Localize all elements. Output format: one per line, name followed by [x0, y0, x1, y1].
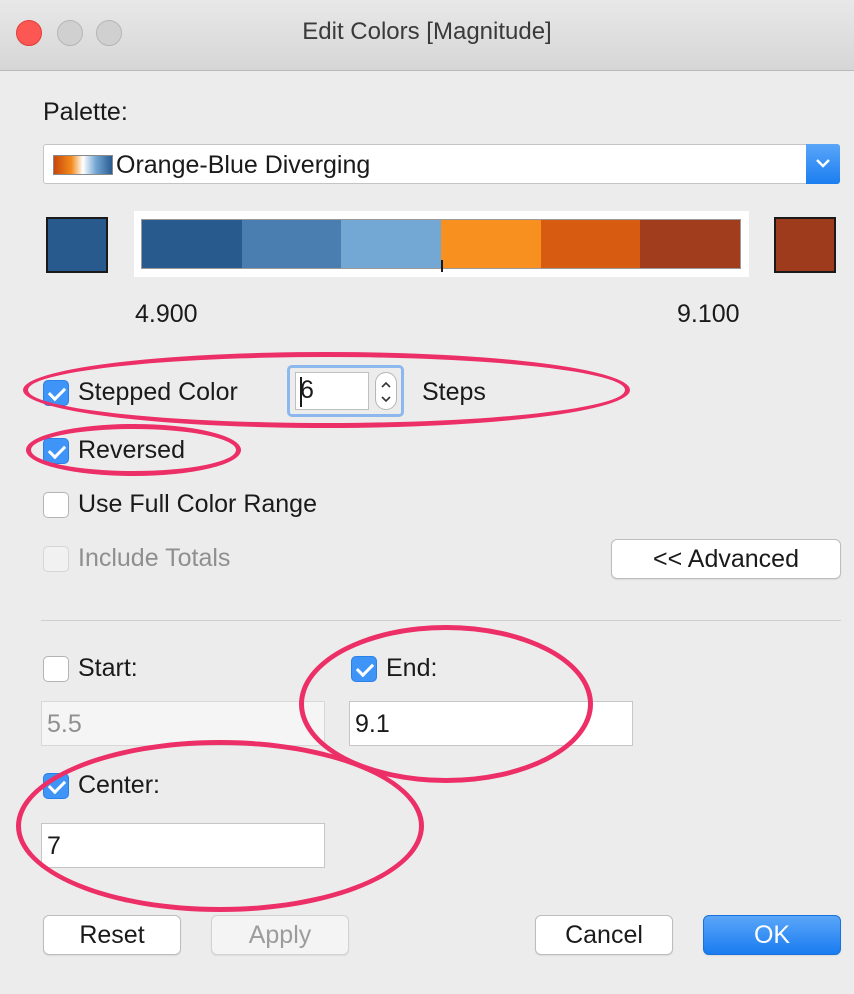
start-color-swatch[interactable]: [46, 217, 108, 273]
ramp-segment-3: [341, 220, 442, 268]
palette-label: Palette:: [43, 98, 128, 126]
ramp-min-label: 4.900: [135, 300, 198, 328]
reversed-checkbox[interactable]: [43, 438, 69, 464]
ramp-max-label: 9.100: [677, 300, 740, 328]
ramp-segment-4: [441, 220, 541, 268]
ramp-segment-6: [640, 220, 741, 268]
center-tick: [441, 260, 443, 272]
reset-button[interactable]: Reset: [43, 915, 181, 955]
ramp-segment-2: [241, 220, 342, 268]
chevron-up-icon[interactable]: [380, 379, 392, 391]
center-value-field[interactable]: 7: [41, 823, 325, 868]
steps-stepper[interactable]: [375, 372, 397, 410]
end-label: End:: [386, 654, 438, 682]
start-value-field[interactable]: 5.5: [41, 701, 325, 746]
steps-control: 6: [287, 365, 404, 417]
use-full-color-range-label: Use Full Color Range: [78, 490, 317, 518]
ramp-segment-5: [540, 220, 641, 268]
title-bar: Edit Colors [Magnitude]: [0, 0, 854, 71]
steps-input[interactable]: 6: [295, 372, 369, 410]
section-divider: [41, 620, 841, 621]
center-label: Center:: [78, 771, 160, 799]
end-color-swatch[interactable]: [774, 217, 836, 273]
steps-label: Steps: [422, 378, 486, 406]
use-full-color-range-checkbox[interactable]: [43, 492, 69, 518]
palette-selected-value: Orange-Blue Diverging: [116, 151, 371, 179]
center-checkbox[interactable]: [43, 773, 69, 799]
stepped-color-label: Stepped Color: [78, 378, 238, 406]
cancel-button[interactable]: Cancel: [535, 915, 673, 955]
end-value-field[interactable]: 9.1: [349, 701, 633, 746]
chevron-down-icon[interactable]: [380, 393, 392, 405]
ok-button[interactable]: OK: [703, 915, 841, 955]
start-label: Start:: [78, 654, 138, 682]
advanced-button[interactable]: << Advanced: [611, 539, 841, 579]
stepped-color-checkbox[interactable]: [43, 380, 69, 406]
window-title: Edit Colors [Magnitude]: [302, 18, 552, 45]
include-totals-label: Include Totals: [78, 544, 231, 572]
start-checkbox[interactable]: [43, 656, 69, 682]
palette-dropdown[interactable]: Orange-Blue Diverging: [43, 144, 840, 184]
palette-preview-swatch: [53, 155, 113, 175]
end-checkbox[interactable]: [351, 656, 377, 682]
include-totals-checkbox[interactable]: [43, 546, 69, 572]
ramp-segment-1: [142, 220, 242, 268]
reversed-label: Reversed: [78, 436, 185, 464]
steps-value: 6: [300, 376, 314, 404]
text-caret: [300, 377, 302, 407]
apply-button[interactable]: Apply: [211, 915, 349, 955]
chevron-down-icon[interactable]: [806, 144, 840, 184]
